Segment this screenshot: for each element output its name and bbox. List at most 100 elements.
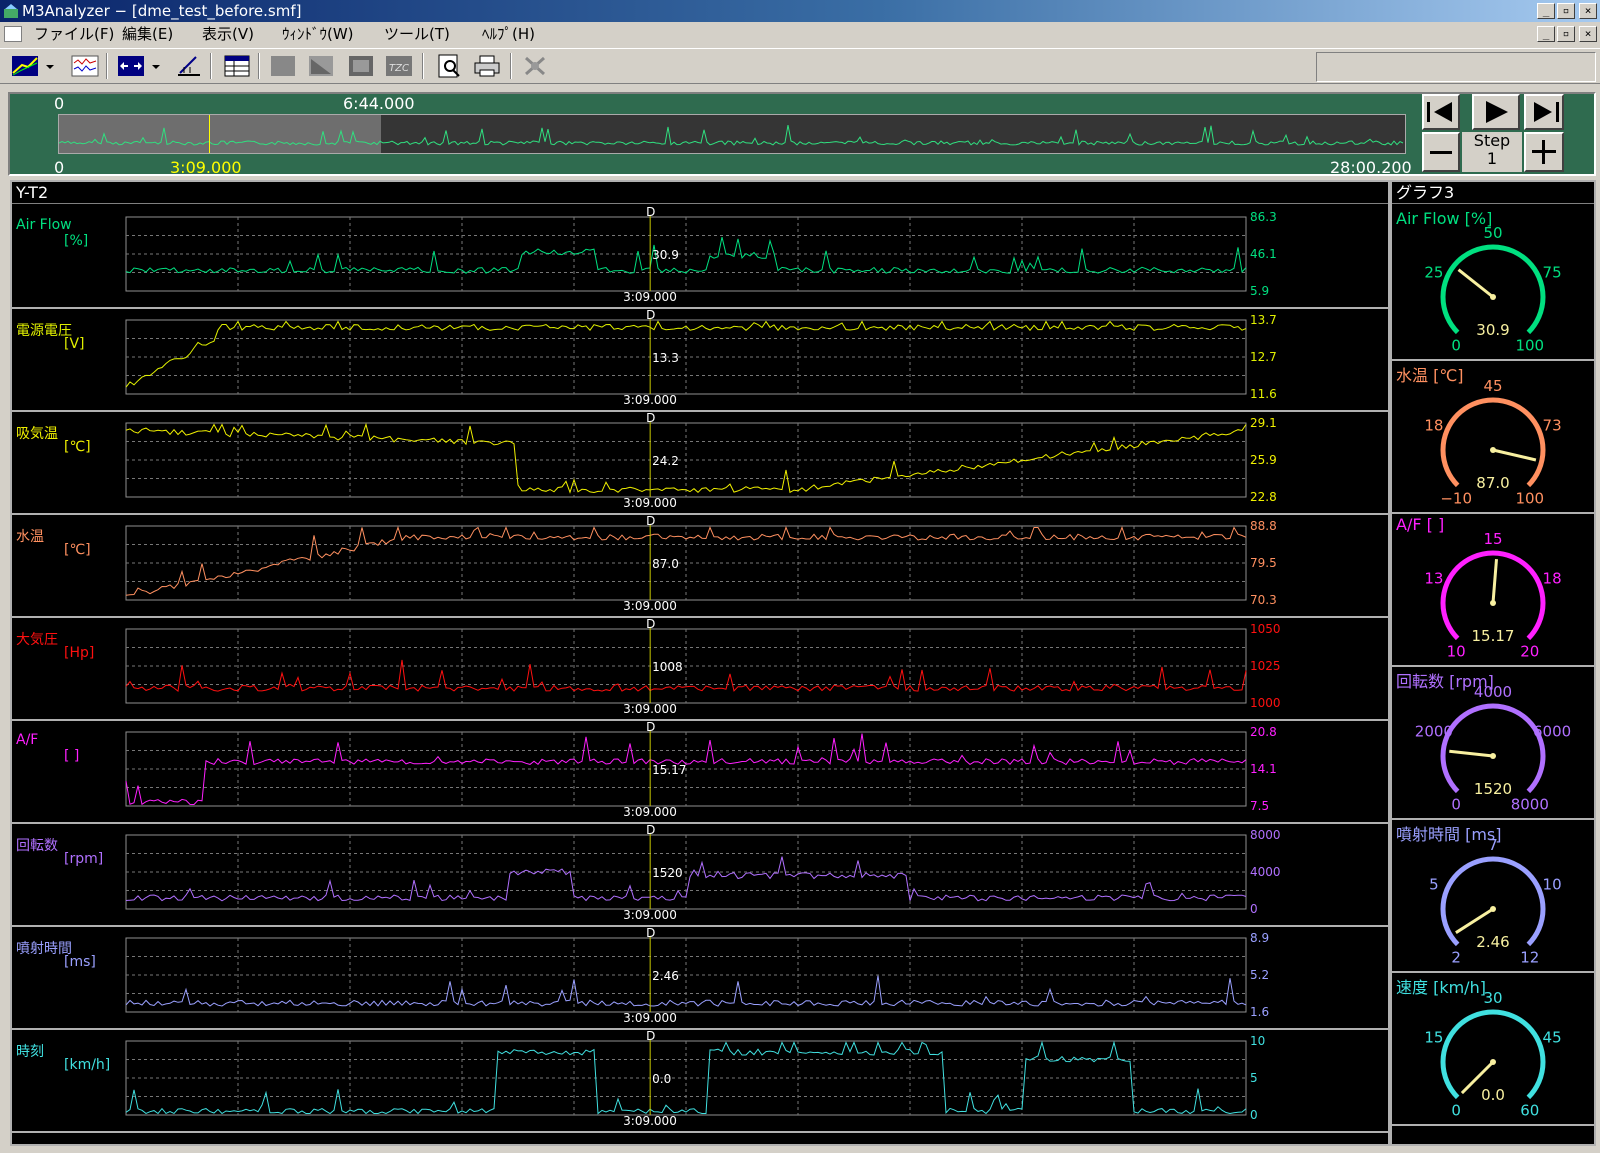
gauge-cell[interactable]: 10 13 15 18 20 15.17 A/F [ ]: [1392, 511, 1594, 667]
step-minus-button[interactable]: [1422, 132, 1460, 172]
overview-panel: 0 6:44.000 0 3:09.000 28:00.200 Step 1: [8, 92, 1596, 177]
chart-plot[interactable]: 8000 4000 0 D 1520 3:09.000: [12, 823, 1388, 927]
chart-plot[interactable]: 8.9 5.2 1.6 D 2.46 3:09.000: [12, 926, 1388, 1030]
gray-frame-icon[interactable]: [346, 53, 376, 79]
gauge-arc: [1440, 1009, 1546, 1100]
restore-button[interactable]: ▫: [1557, 3, 1575, 19]
gauge-cell[interactable]: −10 18 45 73 100 87.0 水温 [℃]: [1392, 358, 1594, 514]
chart-row[interactable]: 86.3 46.1 5.9 D 30.9 3:09.000 Air Flow [%]: [12, 205, 1388, 309]
gauge-needle: [1492, 448, 1537, 462]
chart-plot[interactable]: 1050 1025 1000 D 1008 3:09.000: [12, 617, 1388, 721]
y-tick-label: 0: [1250, 1108, 1258, 1122]
menu-window[interactable]: ｳｨﾝﾄﾞｳ(W): [282, 22, 354, 46]
y-tick-label: 11.6: [1250, 387, 1277, 401]
chart-row[interactable]: 1050 1025 1000 D 1008 3:09.000 大気圧 [Hp]: [12, 617, 1388, 721]
chart-unit: [ms]: [64, 954, 96, 970]
chart-plot[interactable]: 86.3 46.1 5.9 D 30.9 3:09.000: [12, 205, 1388, 309]
gauge-scale-label: 45: [1543, 1029, 1562, 1047]
document-icon[interactable]: [4, 26, 22, 42]
chart-row[interactable]: 13.7 12.7 11.6 D 13.3 3:09.000 電源電圧 [V]: [12, 308, 1388, 412]
chart-row[interactable]: 29.1 25.9 22.8 D 24.2 3:09.000 吸気温 [℃]: [12, 411, 1388, 515]
step-back-icon: [1427, 102, 1452, 122]
cursor-marker: D: [646, 514, 655, 528]
gauge-scale-label: 5: [1429, 876, 1439, 894]
gray-slope-icon[interactable]: [306, 53, 336, 79]
yt-graph-icon[interactable]: [10, 53, 40, 79]
menu-file[interactable]: ファイル(F): [34, 22, 114, 46]
minus-icon: [1430, 151, 1452, 154]
tzc-icon[interactable]: TZC: [384, 53, 414, 79]
menu-edit[interactable]: 編集(E): [122, 22, 173, 46]
gauge-cell[interactable]: 0 2000 4000 6000 8000 1520 回転数 [rpm]: [1392, 664, 1594, 820]
yt-graph-panel: Y-T2 86.3 46.1 5.9 D 30.9 3:09.000 Air Flow [%]…: [10, 180, 1390, 1146]
signal-trace: [125, 525, 1247, 596]
graph3-title: グラフ3: [1392, 182, 1594, 204]
doc-close-button[interactable]: ×: [1579, 26, 1597, 42]
chart-plot[interactable]: 10 5 0 D 0.0 3:09.000: [12, 1029, 1388, 1133]
step-forward-button[interactable]: [1524, 94, 1564, 130]
chart-label: 時刻: [16, 1044, 44, 1060]
print-preview-icon[interactable]: [434, 53, 464, 79]
gauge-title: 速度 [km/h]: [1396, 978, 1486, 997]
chart-plot[interactable]: 13.7 12.7 11.6 D 13.3 3:09.000: [12, 308, 1388, 412]
step-plus-button[interactable]: [1524, 132, 1564, 172]
doc-minimize-button[interactable]: _: [1537, 26, 1555, 42]
chart-unit: [Hp]: [64, 645, 95, 661]
dropdown-arrow-icon[interactable]: [42, 53, 58, 79]
gauge-cell[interactable]: 0 25 50 75 100 30.9 Air Flow [%]: [1392, 205, 1594, 361]
step-back-button[interactable]: [1422, 94, 1460, 130]
gauge-scale-label: 2: [1451, 948, 1461, 966]
cursor-value: 1520: [652, 866, 683, 880]
chart-unit: [℃]: [64, 439, 91, 455]
gauge-title: 回転数 [rpm]: [1396, 672, 1494, 691]
step-forward-icon: [1534, 102, 1559, 122]
overview-cursor[interactable]: [209, 115, 210, 153]
toolbar-field[interactable]: [1316, 52, 1596, 82]
gauge-arc: [1440, 703, 1546, 794]
chart-unit: [%]: [64, 233, 89, 249]
overview-trace[interactable]: [58, 114, 1406, 154]
minimize-button[interactable]: _: [1537, 3, 1555, 19]
compare-icon[interactable]: [116, 53, 146, 79]
gray-square-icon[interactable]: [268, 53, 298, 79]
menu-tools[interactable]: ツール(T): [384, 22, 450, 46]
doc-restore-button[interactable]: ▫: [1557, 26, 1575, 42]
close-button[interactable]: ×: [1579, 3, 1597, 19]
dropdown-arrow-icon[interactable]: [148, 53, 164, 79]
gauge-arc: [1440, 397, 1546, 488]
y-tick-label: 5: [1250, 1071, 1258, 1085]
cursor-marker: D: [646, 411, 655, 425]
gauge-scale-label: 75: [1543, 264, 1562, 282]
menu-view[interactable]: 表示(V): [202, 22, 254, 46]
gauge-cell[interactable]: 0 15 30 45 60 0.0 速度 [km/h]: [1392, 970, 1594, 1126]
chart-plot[interactable]: 29.1 25.9 22.8 D 24.2 3:09.000: [12, 411, 1388, 515]
gauge-needle: [1457, 268, 1494, 299]
gauge-scale-label: 6000: [1533, 723, 1571, 741]
cursor-marker: D: [646, 617, 655, 631]
y-tick-label: 5.2: [1250, 968, 1269, 982]
chart-row[interactable]: 8.9 5.2 1.6 D 2.46 3:09.000 噴射時間 [ms]: [12, 926, 1388, 1030]
gauge-cell[interactable]: 2 5 7 10 12 2.46 噴射時間 [ms]: [1392, 817, 1594, 973]
gauge-scale-label: 10: [1447, 642, 1466, 660]
y-tick-label: 4000: [1250, 865, 1281, 879]
plus-icon: [1532, 140, 1556, 164]
chart-row[interactable]: 10 5 0 D 0.0 3:09.000 時刻 [km/h]: [12, 1029, 1388, 1133]
cursor-time: 3:09.000: [623, 496, 677, 510]
print-icon[interactable]: [472, 53, 502, 79]
table-icon[interactable]: [222, 53, 252, 79]
chart-unit: [rpm]: [64, 851, 104, 867]
chart-row[interactable]: 20.8 14.1 7.5 D 15.17 3:09.000 A/F [ ]: [12, 720, 1388, 824]
y-tick-label: 8.9: [1250, 931, 1269, 945]
chart-row[interactable]: 88.8 79.5 70.3 D 87.0 3:09.000 水温 [℃]: [12, 514, 1388, 618]
menu-help[interactable]: ﾍﾙﾌﾟ(H): [482, 22, 535, 46]
chart-plot[interactable]: 88.8 79.5 70.3 D 87.0 3:09.000: [12, 514, 1388, 618]
menu-bar: ファイル(F) 編集(E) 表示(V) ｳｨﾝﾄﾞｳ(W) ツール(T) ﾍﾙﾌ…: [0, 22, 1600, 46]
gauge-scale-label: 0: [1451, 1101, 1461, 1119]
chart-row[interactable]: 8000 4000 0 D 1520 3:09.000 回転数 [rpm]: [12, 823, 1388, 927]
measure-icon[interactable]: [174, 53, 204, 79]
play-button[interactable]: [1472, 94, 1520, 130]
title-bar: M3Analyzer − [dme_test_before.smf] _ ▫ ×: [0, 0, 1600, 22]
chart-plot[interactable]: 20.8 14.1 7.5 D 15.17 3:09.000: [12, 720, 1388, 824]
disabled-tool-icon[interactable]: [520, 53, 550, 79]
waveform-icon[interactable]: [70, 53, 100, 79]
